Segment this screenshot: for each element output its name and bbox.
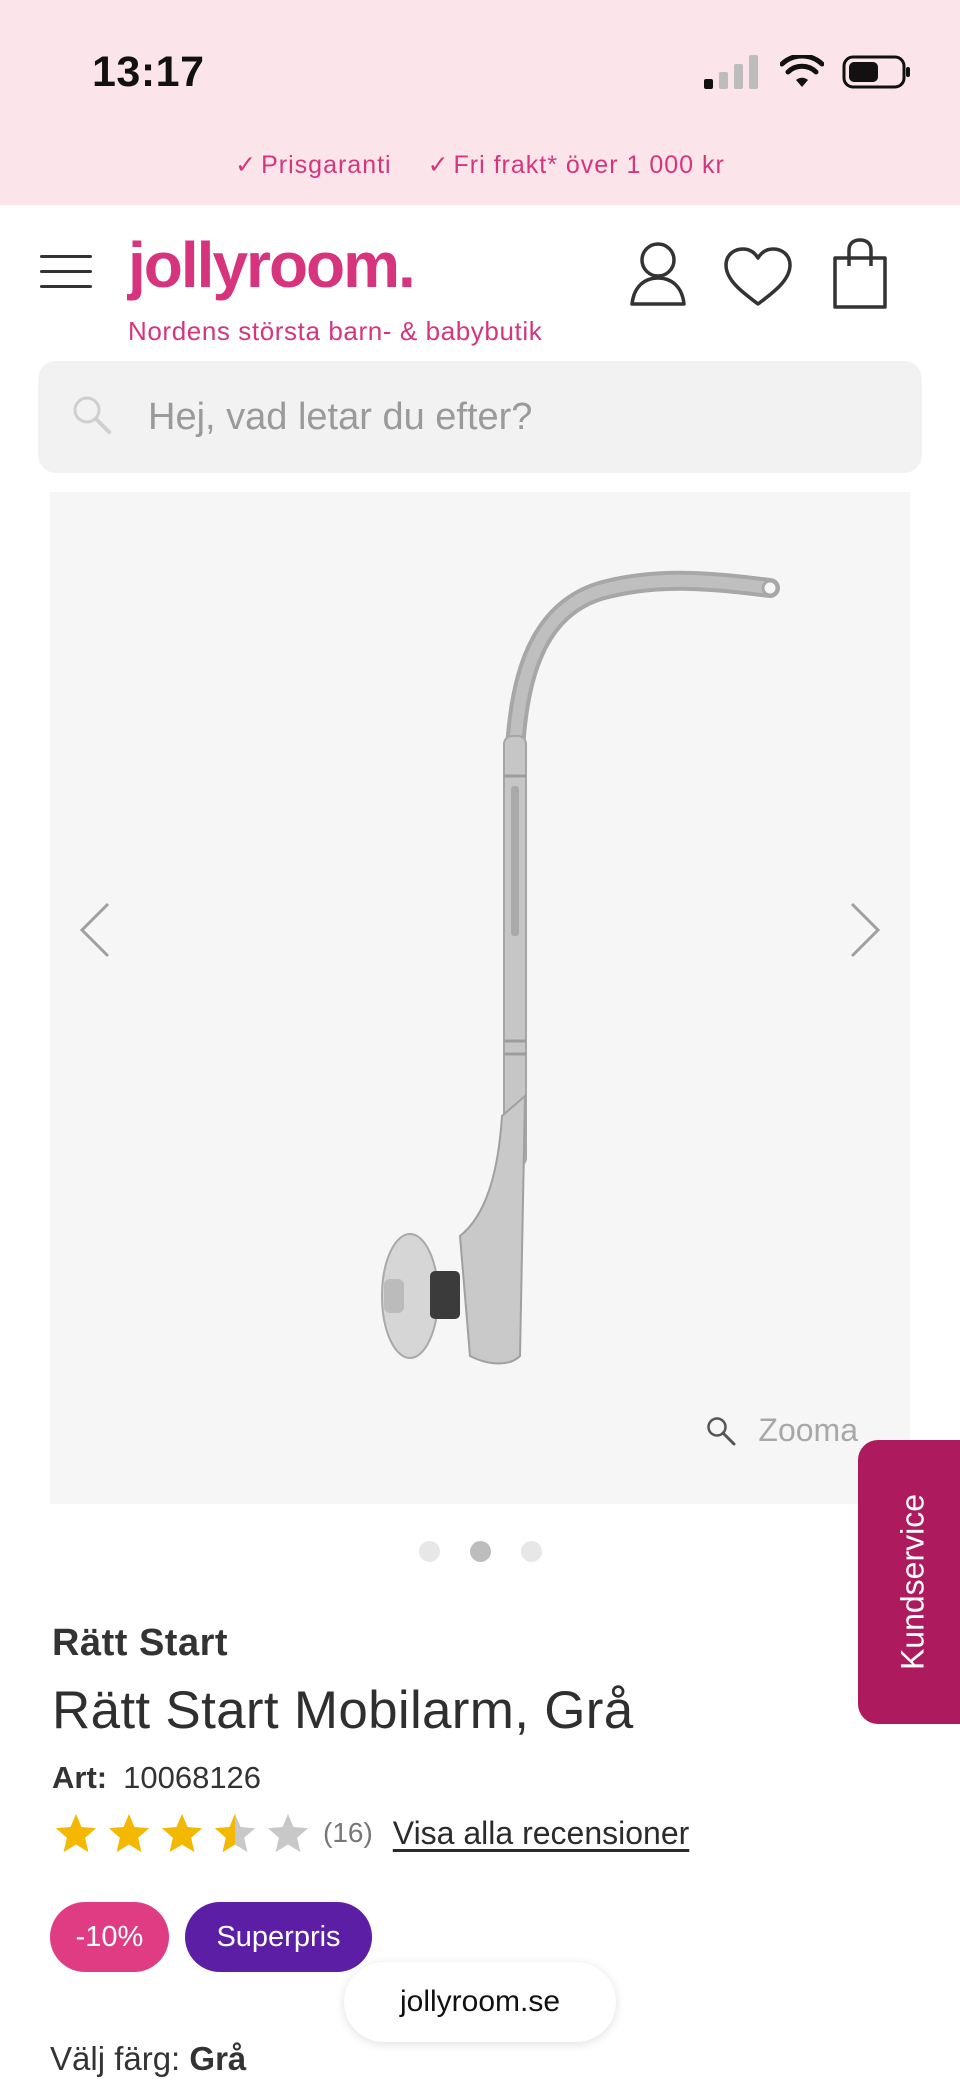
check-icon: ✓ — [235, 151, 258, 179]
product-gallery[interactable]: Zooma — [50, 492, 910, 1504]
search-bar[interactable] — [38, 361, 922, 473]
wifi-icon — [780, 55, 824, 87]
article-number: Art: 10068126 — [52, 1760, 261, 1796]
superpris-badge: Superpris — [185, 1902, 372, 1972]
color-value: Grå — [189, 2040, 247, 2077]
article-number-value: 10068126 — [123, 1760, 262, 1795]
magnifier-icon — [707, 1416, 736, 1445]
product-page: 13:17 ✓ Prisgaranti ✓ Fri frakt* över 1 00… — [0, 0, 960, 2079]
logo[interactable]: jollyroom. — [128, 228, 416, 302]
zoom-button[interactable]: Zooma — [706, 1412, 858, 1449]
promo-bar: ✓ Prisgaranti ✓ Fri frakt* över 1 000 kr — [0, 150, 960, 180]
customer-service-label: Kundservice — [894, 1493, 931, 1671]
article-number-label: Art: — [52, 1760, 108, 1795]
status-time: 13:17 — [92, 48, 205, 96]
gallery-dot[interactable] — [418, 1541, 440, 1562]
search-input[interactable] — [148, 361, 888, 473]
chevron-right-icon[interactable] — [844, 900, 884, 960]
browser-url-bar[interactable]: jollyroom.se — [344, 1962, 616, 2042]
product-title: Rätt Start Mobilarm, Grå — [52, 1681, 634, 1740]
status-icons — [704, 55, 912, 89]
show-all-reviews-link[interactable]: Visa alla recensioner — [393, 1815, 689, 1852]
product-badges: -10% Superpris — [50, 1902, 372, 1972]
star-icon — [161, 1813, 203, 1853]
customer-service-tab[interactable]: Kundservice — [858, 1440, 960, 1724]
color-selector-label: Välj färg: Grå — [50, 2040, 246, 2078]
gallery-dot-active[interactable] — [469, 1541, 491, 1562]
product-brand[interactable]: Rätt Start — [52, 1622, 228, 1665]
chevron-left-icon[interactable] — [76, 900, 116, 960]
discount-badge: -10% — [50, 1902, 169, 1972]
promo-item: ✓ Prisgaranti — [235, 151, 392, 179]
gallery-pagination[interactable] — [0, 1541, 960, 1562]
star-icon — [108, 1813, 150, 1853]
zoom-label: Zooma — [758, 1412, 858, 1448]
promo-item: ✓ Fri frakt* över 1 000 kr — [427, 151, 725, 179]
search-icon — [73, 396, 111, 434]
account-icon[interactable] — [628, 240, 688, 308]
rating-count: (16) — [323, 1817, 373, 1848]
battery-icon — [842, 55, 910, 89]
product-image[interactable] — [360, 536, 800, 1416]
gallery-dot[interactable] — [520, 1541, 542, 1562]
shopping-bag-icon[interactable] — [832, 238, 888, 310]
star-empty-icon — [267, 1813, 309, 1853]
cellular-signal-icon — [704, 55, 758, 89]
star-icon — [55, 1813, 97, 1853]
tagline: Nordens största barn- & babybutik — [128, 316, 543, 346]
heart-icon[interactable] — [722, 246, 794, 308]
check-icon: ✓ — [427, 151, 450, 179]
product-rating[interactable]: (16) Visa alla recensioner — [54, 1812, 689, 1854]
color-label: Välj färg: — [50, 2040, 181, 2077]
hamburger-menu-icon[interactable] — [40, 255, 92, 289]
star-half-icon — [214, 1813, 256, 1853]
